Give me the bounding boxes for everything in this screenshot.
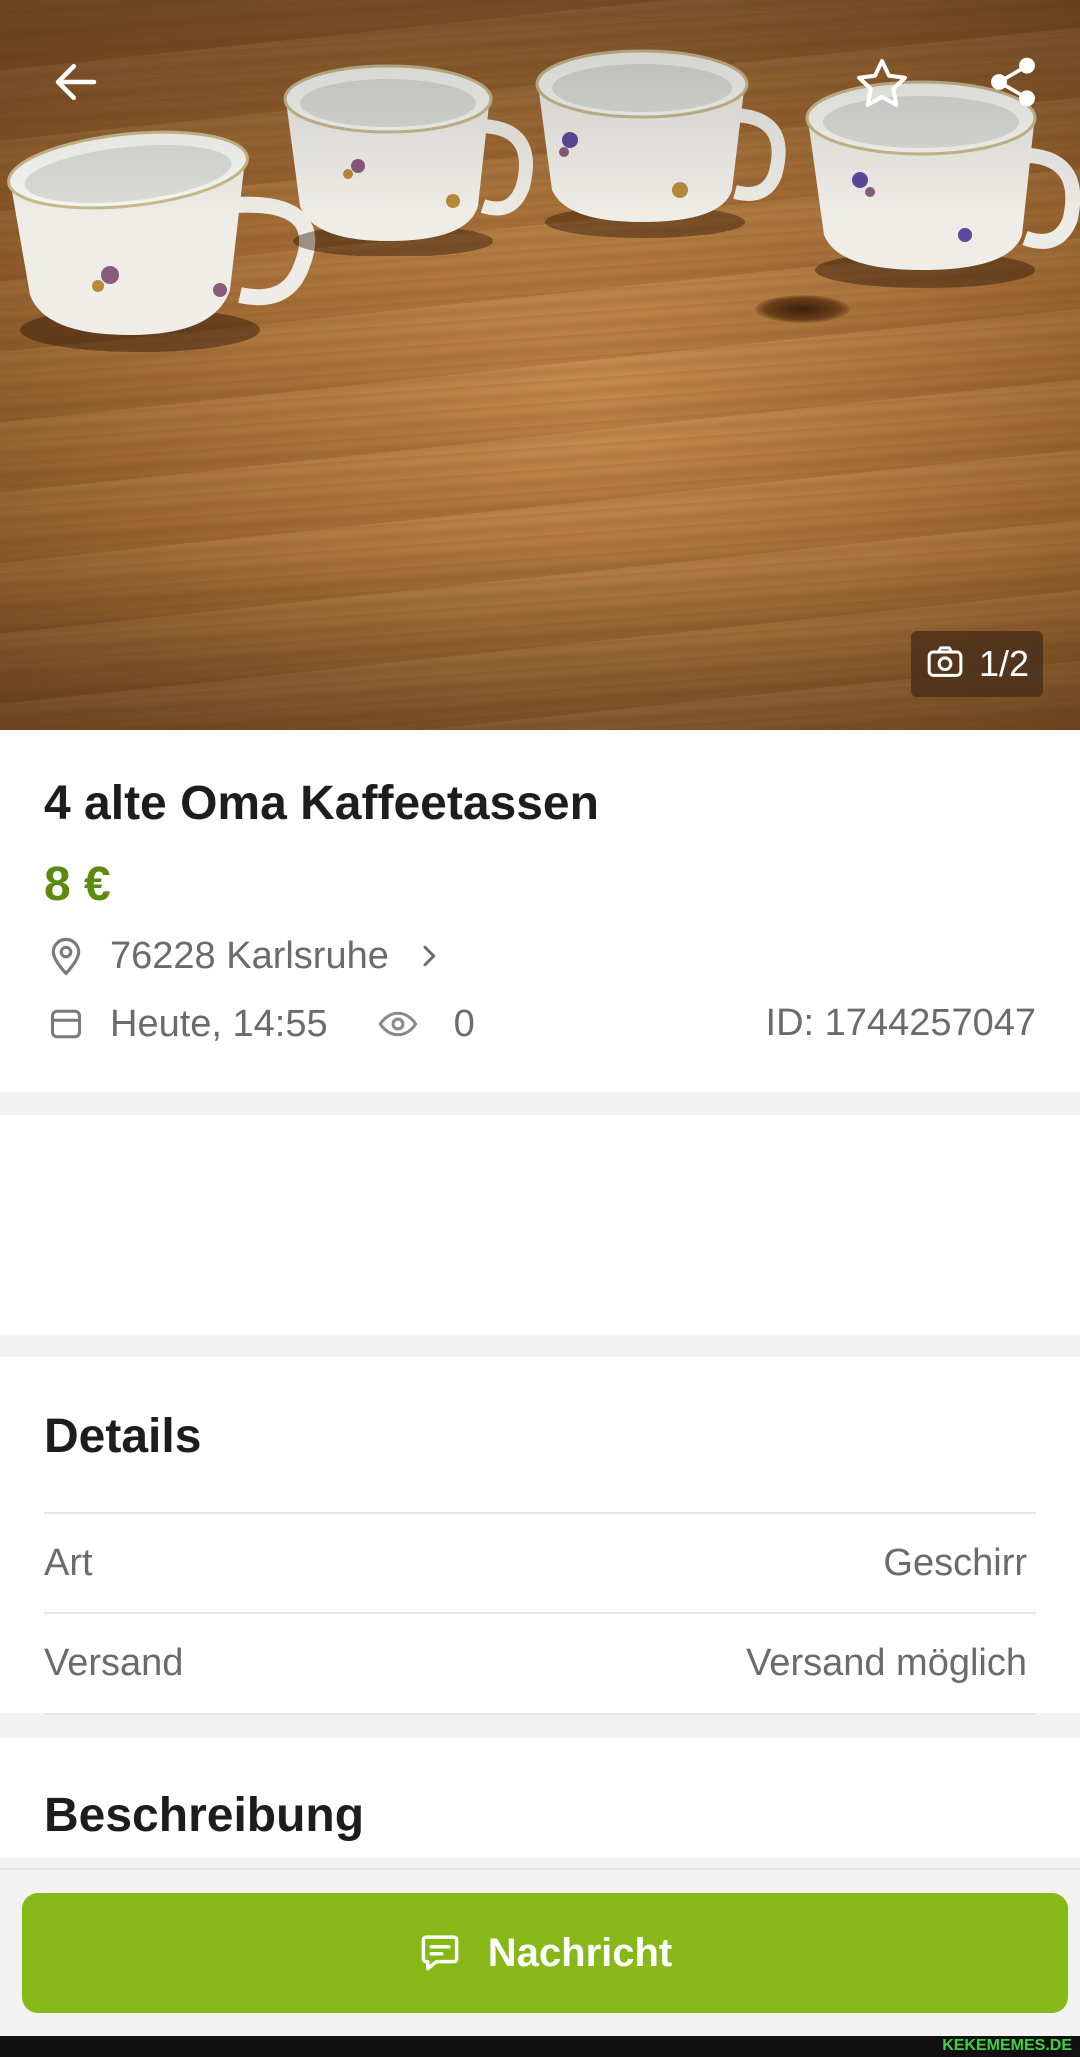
detail-value: Versand möglich	[746, 1642, 1027, 1684]
footer-strip	[0, 2036, 1080, 2057]
eye-icon	[376, 1002, 420, 1046]
detail-row: Art Geschirr	[44, 1512, 1036, 1613]
detail-label: Art	[44, 1542, 93, 1584]
listing-meta: Heute, 14:55 0	[44, 1002, 475, 1046]
camera-icon	[925, 642, 965, 687]
view-count: 0	[376, 1002, 475, 1046]
back-button[interactable]	[36, 44, 116, 124]
listing-photo[interactable]: 1/2	[0, 0, 1080, 730]
message-button[interactable]: Nachricht	[22, 1893, 1068, 2013]
detail-label: Versand	[44, 1642, 184, 1684]
description-section: Beschreibung	[0, 1738, 1080, 1858]
listing-price: 8 €	[44, 858, 111, 911]
detail-row: Versand Versand möglich	[44, 1612, 1036, 1715]
ad-placeholder	[0, 1115, 1080, 1335]
description-heading: Beschreibung	[44, 1789, 365, 1842]
view-count-value: 0	[453, 1002, 475, 1045]
detail-value: Geschirr	[883, 1542, 1027, 1584]
watermark: KEKEMEMES.DE	[942, 2037, 1072, 2054]
details-section: Details Art Geschirr Versand Versand mög…	[0, 1357, 1080, 1715]
message-button-label: Nachricht	[487, 1930, 673, 1975]
location-pin-icon	[44, 934, 88, 978]
star-outline-icon	[852, 54, 912, 119]
image-counter-text: 1/2	[979, 643, 1030, 684]
location-text: 76228 Karlsruhe	[110, 934, 389, 977]
arrow-left-icon	[49, 55, 103, 114]
chevron-right-icon	[417, 941, 443, 971]
share-button[interactable]	[973, 44, 1053, 124]
chat-icon	[418, 1931, 462, 1976]
listing-title: 4 alte Oma Kaffeetassen	[44, 777, 599, 830]
favorite-button[interactable]	[842, 46, 922, 126]
posted-date: Heute, 14:55	[110, 1002, 328, 1045]
location-link[interactable]: 76228 Karlsruhe	[44, 934, 443, 978]
details-heading: Details	[44, 1410, 202, 1463]
bottom-action-bar: Nachricht	[0, 1868, 1080, 2038]
share-icon	[985, 54, 1041, 115]
listing-id: ID: 1744257047	[765, 1002, 1036, 1044]
calendar-icon	[44, 1002, 88, 1046]
image-counter[interactable]: 1/2	[911, 631, 1044, 697]
listing-info-card: 4 alte Oma Kaffeetassen 8 € 76228 Karlsr…	[0, 730, 1080, 1092]
